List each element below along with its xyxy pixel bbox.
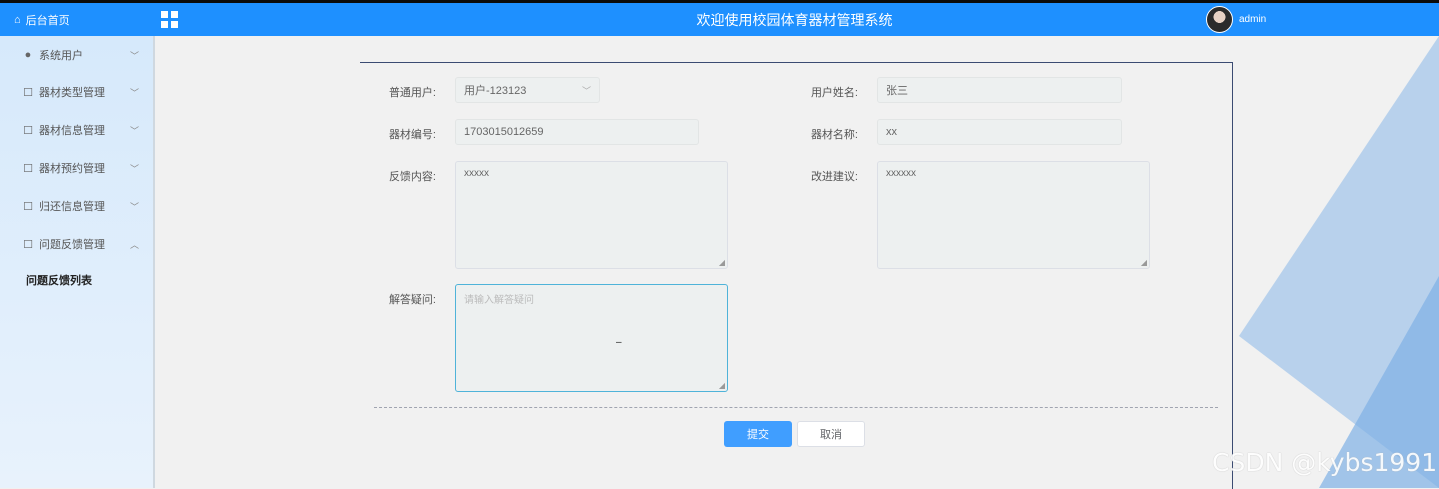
suggest-label: 改进建议:	[810, 171, 858, 183]
equip-no-field[interactable]: 1703015012659	[455, 119, 699, 145]
answer-placeholder: 请输入解答疑问	[464, 295, 534, 306]
divider	[374, 407, 1218, 408]
sidebar-subitem-feedback-list[interactable]: 问题反馈列表	[26, 272, 92, 288]
feedback-value: xxxxx	[464, 168, 489, 179]
box-icon: ☐	[23, 162, 33, 175]
sidebar-item-label: 器材预约管理	[39, 163, 105, 175]
suggest-textarea[interactable]: xxxxxx ◢	[877, 161, 1150, 269]
chevron-down-icon: ﹀	[129, 87, 139, 98]
box-icon: ☐	[23, 124, 33, 137]
box-icon: ☐	[23, 238, 33, 251]
avatar[interactable]	[1206, 6, 1233, 33]
chevron-down-icon: ﹀	[129, 50, 139, 61]
user-select[interactable]: 用户-123123 ﹀	[455, 77, 600, 103]
top-bar: ⌂ 后台首页 欢迎使用校园体育器材管理系统 admin	[0, 0, 1439, 36]
user-menu[interactable]: admin	[1206, 6, 1266, 33]
resize-handle-icon[interactable]: ◢	[1141, 258, 1147, 267]
cancel-button[interactable]: 取消	[797, 421, 865, 447]
name-label: 用户姓名:	[810, 87, 858, 99]
equip-name-label: 器材名称:	[810, 129, 858, 141]
equip-no-label: 器材编号:	[388, 129, 436, 141]
answer-textarea[interactable]: 请输入解答疑问 – ◢	[455, 284, 728, 392]
chevron-down-icon: ﹀	[129, 125, 139, 136]
name-value: 张三	[886, 85, 908, 97]
submit-button[interactable]: 提交	[724, 421, 792, 447]
name-field[interactable]: 张三	[877, 77, 1122, 103]
equip-name-field[interactable]: xx	[877, 119, 1122, 145]
background-decoration	[1239, 36, 1439, 488]
chevron-down-icon: ﹀	[129, 201, 139, 212]
equip-name-value: xx	[886, 126, 897, 138]
sidebar-item-label: 归还信息管理	[39, 201, 105, 213]
user-icon: ●	[24, 49, 32, 61]
box-icon: ☐	[23, 86, 33, 99]
sidebar-item-return-info[interactable]: ☐ 归还信息管理 ﹀	[0, 187, 153, 225]
resize-handle-icon[interactable]: ◢	[719, 258, 725, 267]
resize-handle-icon[interactable]: ◢	[719, 381, 725, 390]
watermark: CSDN @kybs1991	[1212, 448, 1438, 477]
equip-no-value: 1703015012659	[464, 126, 544, 138]
user-label: 普通用户:	[388, 87, 436, 99]
sidebar-item-label: 问题反馈管理	[39, 239, 105, 251]
user-select-value: 用户-123123	[464, 85, 527, 97]
sidebar-item-label: 器材类型管理	[39, 87, 105, 99]
sidebar-item-equip-type[interactable]: ☐ 器材类型管理 ﹀	[0, 73, 153, 111]
text-cursor: –	[616, 337, 622, 348]
chevron-down-icon: ﹀	[129, 163, 139, 174]
sidebar-item-label: 系统用户	[39, 50, 83, 62]
sidebar: ● 系统用户 ﹀ ☐ 器材类型管理 ﹀ ☐ 器材信息管理 ﹀ ☐ 器材预约管理 …	[0, 36, 155, 488]
feedback-textarea[interactable]: xxxxx ◢	[455, 161, 728, 269]
sidebar-item-equip-booking[interactable]: ☐ 器材预约管理 ﹀	[0, 149, 153, 187]
sidebar-item-system-users[interactable]: ● 系统用户 ﹀	[0, 36, 153, 74]
feedback-label: 反馈内容:	[388, 171, 436, 183]
sidebar-item-label: 器材信息管理	[39, 125, 105, 137]
answer-label: 解答疑问:	[388, 294, 436, 306]
sidebar-item-equip-info[interactable]: ☐ 器材信息管理 ﹀	[0, 111, 153, 149]
box-icon: ☐	[23, 200, 33, 213]
chevron-down-icon: ﹀	[581, 85, 591, 96]
username: admin	[1239, 14, 1267, 25]
suggest-value: xxxxxx	[886, 168, 916, 179]
sidebar-item-feedback[interactable]: ☐ 问题反馈管理 ︿	[0, 225, 153, 263]
chevron-up-icon: ︿	[129, 239, 139, 250]
